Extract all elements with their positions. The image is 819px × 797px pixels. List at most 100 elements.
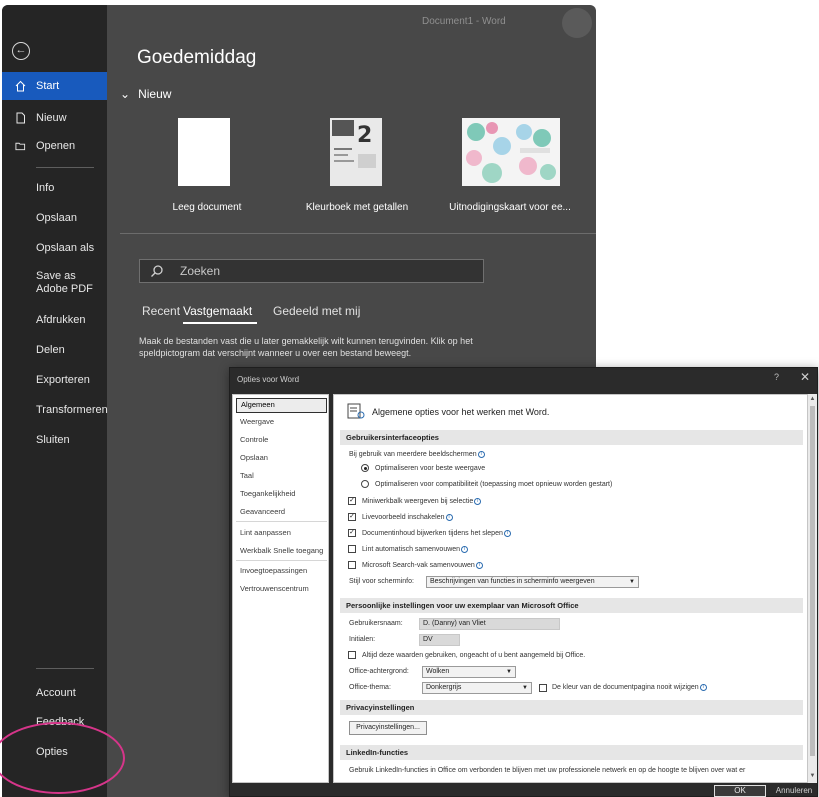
sidebar-item-label: Openen bbox=[36, 140, 76, 152]
checkbox-always-use-values[interactable] bbox=[348, 651, 356, 659]
word-options-dialog: Opties voor Word ? ✕ Algemeen Weergave C… bbox=[229, 367, 818, 797]
content-scrollbar[interactable]: ▲ ▼ bbox=[808, 394, 817, 783]
sidebar-item-label: Transformeren bbox=[36, 404, 108, 416]
scrollbar-thumb[interactable] bbox=[810, 406, 815, 756]
scroll-up-icon[interactable]: ▲ bbox=[809, 396, 816, 403]
category-quick-access-toolbar[interactable]: Werkbalk Snelle toegang bbox=[236, 543, 327, 558]
active-tab-indicator bbox=[183, 322, 257, 324]
office-theme-select[interactable]: Donkergrijs ▼ bbox=[422, 682, 532, 694]
chevron-down-icon: ▼ bbox=[629, 579, 635, 585]
dialog-title: Opties voor Word bbox=[237, 375, 300, 384]
checkbox-minibar-row: Miniwerkbalk weergeven bij selectie i bbox=[362, 498, 482, 505]
tab-recent[interactable]: Recent bbox=[142, 304, 180, 318]
chevron-down-icon: ⌄ bbox=[120, 87, 131, 101]
ui-options-section-header: Gebruikersinterfaceopties bbox=[340, 430, 803, 445]
backstage-sidebar: ← Start Nieuw Openen Info Opslaan Opslaa… bbox=[2, 5, 108, 797]
category-proofing[interactable]: Controle bbox=[236, 432, 327, 447]
options-category-list: Algemeen Weergave Controle Opslaan Taal … bbox=[232, 394, 329, 783]
checkbox-live-preview-label: Livevoorbeeld inschakelen bbox=[362, 514, 445, 521]
tab-shared[interactable]: Gedeeld met mij bbox=[273, 304, 360, 318]
sidebar-item-label: Start bbox=[36, 80, 60, 92]
template-caption: Uitnodigingskaart voor ee... bbox=[449, 202, 571, 213]
initials-label: Initialen: bbox=[349, 636, 376, 643]
category-save[interactable]: Opslaan bbox=[236, 450, 327, 465]
checkbox-minibar[interactable]: ✓ bbox=[348, 497, 356, 505]
template-thumbnail: 2 bbox=[330, 118, 382, 186]
close-button[interactable]: ✕ bbox=[800, 370, 810, 384]
checkbox-live-preview[interactable]: ✓ bbox=[348, 513, 356, 521]
home-icon bbox=[15, 80, 26, 92]
sidebar-item-label: Sluiten bbox=[36, 434, 70, 446]
template-blank-document[interactable]: Leeg document bbox=[132, 118, 282, 218]
screentip-style-select[interactable]: Beschrijvingen van functies in scherminf… bbox=[426, 576, 639, 588]
cancel-button[interactable]: Annuleren bbox=[772, 785, 816, 797]
checkbox-ribbon-row: Lint automatisch samenvouwen i bbox=[362, 546, 469, 553]
invitation-card-preview-image bbox=[466, 122, 556, 183]
category-general[interactable]: Algemeen bbox=[236, 398, 327, 413]
template-caption: Leeg document bbox=[172, 202, 242, 213]
office-background-select[interactable]: Wolken ▼ bbox=[422, 666, 516, 678]
checkbox-collapse-search[interactable] bbox=[348, 561, 356, 569]
sidebar-item-export[interactable]: Exporteren bbox=[2, 366, 107, 394]
template-thumbnail bbox=[178, 118, 230, 186]
options-heading: Algemene opties voor het werken met Word… bbox=[372, 407, 550, 417]
office-background-label: Office-achtergrond: bbox=[349, 668, 409, 675]
username-field[interactable]: D. (Danny) van Vliet bbox=[419, 618, 560, 630]
help-button[interactable]: ? bbox=[774, 372, 779, 382]
checkbox-collapse-ribbon[interactable] bbox=[348, 545, 356, 553]
category-language[interactable]: Taal bbox=[236, 468, 327, 483]
sidebar-item-save[interactable]: Opslaan bbox=[2, 204, 107, 232]
initials-field[interactable]: DV bbox=[419, 634, 460, 646]
multi-screen-label-text: Bij gebruik van meerdere beeldschermen bbox=[349, 451, 477, 458]
checkbox-update-while-dragging[interactable]: ✓ bbox=[348, 529, 356, 537]
sidebar-item-start[interactable]: Start bbox=[2, 72, 107, 100]
back-arrow-icon[interactable]: ← bbox=[12, 42, 30, 60]
sidebar-item-account[interactable]: Account bbox=[2, 679, 107, 707]
search-input[interactable]: Zoeken bbox=[139, 259, 484, 283]
sidebar-item-save-as-adobe-pdf[interactable]: Save as Adobe PDF bbox=[2, 268, 107, 302]
category-advanced[interactable]: Geavanceerd bbox=[236, 504, 327, 519]
ok-button[interactable]: OK bbox=[714, 785, 766, 797]
pinned-help-text: Maak de bestanden vast die u later gemak… bbox=[139, 336, 473, 358]
template-caption: Kleurboek met getallen bbox=[305, 202, 409, 213]
new-document-icon bbox=[16, 112, 25, 124]
category-divider bbox=[236, 521, 327, 522]
avatar[interactable] bbox=[562, 8, 592, 38]
tab-pinned[interactable]: Vastgemaakt bbox=[183, 304, 252, 318]
sidebar-item-label: Exporteren bbox=[36, 374, 90, 386]
search-icon bbox=[151, 265, 163, 277]
info-icon: i bbox=[477, 451, 485, 458]
category-customize-ribbon[interactable]: Lint aanpassen bbox=[236, 525, 327, 540]
coloring-book-preview-image: 2 bbox=[332, 120, 376, 168]
scroll-down-icon[interactable]: ▼ bbox=[809, 773, 816, 780]
sidebar-item-save-as[interactable]: Opslaan als bbox=[2, 234, 107, 262]
checkbox-never-change-page-color[interactable] bbox=[539, 684, 547, 692]
checkbox-page-color-row: De kleur van de documentpagina nooit wij… bbox=[552, 684, 707, 691]
radio-optimize-compat[interactable] bbox=[361, 480, 369, 488]
checkbox-page-color-label: De kleur van de documentpagina nooit wij… bbox=[552, 684, 699, 691]
template-coloring-book[interactable]: 2 Kleurboek met getallen bbox=[282, 118, 432, 218]
sidebar-item-open[interactable]: Openen bbox=[2, 132, 107, 160]
sidebar-item-info[interactable]: Info bbox=[2, 174, 107, 202]
category-accessibility[interactable]: Toegankelijkheid bbox=[236, 486, 327, 501]
options-content-pane: Algemene opties voor het werken met Word… bbox=[333, 394, 808, 783]
sidebar-item-label: Opslaan als bbox=[36, 242, 95, 254]
radio-optimize-best[interactable] bbox=[361, 464, 369, 472]
username-label: Gebruikersnaam: bbox=[349, 620, 403, 627]
sidebar-item-label: Account bbox=[36, 687, 76, 699]
template-invitation-card[interactable]: Uitnodigingskaart voor ee... bbox=[435, 118, 585, 218]
sidebar-item-new[interactable]: Nieuw bbox=[2, 104, 107, 132]
category-add-ins[interactable]: Invoegtoepassingen bbox=[236, 563, 327, 578]
sidebar-item-close[interactable]: Sluiten bbox=[2, 426, 107, 454]
sidebar-item-print[interactable]: Afdrukken bbox=[2, 306, 107, 334]
sidebar-item-share[interactable]: Delen bbox=[2, 336, 107, 364]
info-icon: i bbox=[503, 530, 511, 537]
new-section-header[interactable]: ⌄ Nieuw bbox=[120, 87, 171, 101]
folder-icon bbox=[15, 142, 26, 151]
category-display[interactable]: Weergave bbox=[236, 414, 327, 429]
privacy-settings-button[interactable]: Privacyinstellingen... bbox=[349, 721, 427, 735]
sidebar-item-transform[interactable]: Transformeren bbox=[2, 396, 108, 424]
screentip-style-label: Stijl voor scherminfo: bbox=[349, 578, 414, 585]
sidebar-item-label: Afdrukken bbox=[36, 314, 86, 326]
category-trust-center[interactable]: Vertrouwenscentrum bbox=[236, 581, 327, 596]
